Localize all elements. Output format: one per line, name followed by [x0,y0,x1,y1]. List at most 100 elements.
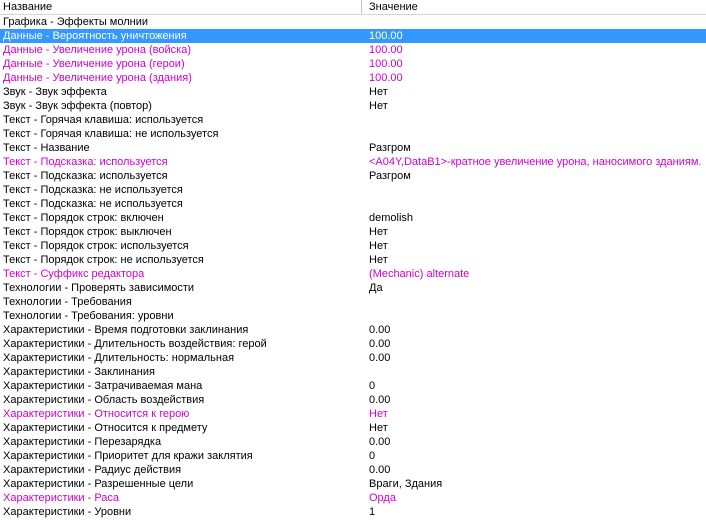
column-header-name[interactable]: Название [0,0,362,14]
property-value: Орда [369,492,396,504]
property-row[interactable]: Характеристики - Затрачиваемая мана 0 [0,379,706,393]
property-value: 0.00 [369,352,391,364]
property-row[interactable]: Характеристики - Длительность: нормальна… [0,351,706,365]
list-header: Название Значение [0,0,706,15]
property-row[interactable]: Данные - Увеличение урона (здания) 100.00 [0,71,706,85]
property-row[interactable]: Характеристики - Относится к предмету Нет [0,421,706,435]
property-row[interactable]: Характеристики - Заклинания [0,365,706,379]
property-value: Нет [369,226,388,238]
property-row[interactable]: Текст - Порядок строк: включен demolish [0,211,706,225]
property-name: Характеристики - Заклинания [3,366,155,378]
property-name: Характеристики - Область воздействия [3,394,205,406]
property-row[interactable]: Данные - Увеличение урона (войска) 100.00 [0,43,706,57]
property-row[interactable]: Текст - Подсказка: используется <A04Y,Dat… [0,155,706,169]
property-value: <A04Y,DataB1>-кратное увеличение урона, … [369,156,702,168]
property-row[interactable]: Характеристики - Область воздействия 0.00 [0,393,706,407]
property-row[interactable]: Характеристики - Разрешенные цели Враги, … [0,477,706,491]
property-value: 100.00 [369,58,403,70]
property-row[interactable]: Текст - Название Разгром [0,141,706,155]
property-value: 1 [369,506,376,518]
property-name: Текст - Порядок строк: используется [3,240,189,252]
property-name: Графика - Эффекты молнии [3,16,148,28]
property-row[interactable]: Текст - Порядок строк: выключен Нет [0,225,706,239]
property-name: Текст - Порядок строк: выключен [3,226,172,238]
property-name: Характеристики - Раса [3,492,120,504]
property-name: Характеристики - Длительность воздействи… [3,338,267,350]
property-value: Разгром [369,170,411,182]
property-name: Данные - Увеличение урона (войска) [3,44,192,56]
property-name: Текст - Порядок строк: включен [3,212,164,224]
property-row[interactable]: Графика - Эффекты молнии [0,15,706,29]
property-row[interactable]: Характеристики - Перезарядка 0.00 [0,435,706,449]
property-row[interactable]: Текст - Подсказка: используется Разгром [0,169,706,183]
property-row[interactable]: Характеристики - Длительность воздействи… [0,337,706,351]
property-name: Характеристики - Затрачиваемая мана [3,380,203,392]
property-value: 0.00 [369,464,391,476]
property-name: Технологии - Требования: уровни [3,310,174,322]
property-value: 0 [369,450,376,462]
property-row[interactable]: Текст - Горячая клавиша: используется [0,113,706,127]
property-name: Текст - Горячая клавиша: используется [3,114,204,126]
property-name: Характеристики - Относится к герою [3,408,190,420]
property-row[interactable]: Характеристики - Раса Орда [0,491,706,505]
property-value: Да [369,282,383,294]
property-row[interactable]: Характеристики - Относится к герою Нет [0,407,706,421]
property-row[interactable]: Звук - Звук эффекта Нет [0,85,706,99]
property-row[interactable]: Характеристики - Радиус действия 0.00 [0,463,706,477]
property-row[interactable]: Данные - Вероятность уничтожения 100.00 [0,29,706,43]
property-row[interactable]: Текст - Подсказка: не используется [0,183,706,197]
property-value: 0.00 [369,436,391,448]
property-name: Текст - Подсказка: не используется [3,184,183,196]
property-row[interactable]: Характеристики - Время подготовки заклин… [0,323,706,337]
property-value: 0.00 [369,324,391,336]
property-name: Данные - Увеличение урона (здания) [3,72,192,84]
property-name: Характеристики - Разрешенные цели [3,478,194,490]
property-value: Враги, Здания [369,478,443,490]
property-name: Звук - Звук эффекта [3,86,107,98]
property-value: 0 [369,380,376,392]
property-value: Нет [369,100,388,112]
property-row[interactable]: Данные - Увеличение урона (герои) 100.00 [0,57,706,71]
property-row[interactable]: Технологии - Требования: уровни [0,309,706,323]
property-name: Характеристики - Относится к предмету [3,422,208,434]
property-value: 0.00 [369,394,391,406]
property-name: Характеристики - Длительность: нормальна… [3,352,235,364]
property-value: Нет [369,240,388,252]
property-name: Текст - Суффикс редактора [3,268,145,280]
property-value: Нет [369,422,388,434]
property-row[interactable]: Технологии - Проверять зависимости Да [0,281,706,295]
property-value: Нет [369,408,388,420]
property-value: 0.00 [369,338,391,350]
property-name: Текст - Название [3,142,90,154]
property-name: Текст - Горячая клавиша: не используется [3,128,219,140]
property-value: Нет [369,254,388,266]
property-name: Технологии - Требования [3,296,132,308]
property-value: Нет [369,86,388,98]
property-row[interactable]: Текст - Суффикс редактора (Mechanic) alte… [0,267,706,281]
property-name: Текст - Порядок строк: не используется [3,254,204,266]
property-name: Текст - Подсказка: используется [3,156,168,168]
property-value: 100.00 [369,30,403,42]
property-name: Технологии - Проверять зависимости [3,282,195,294]
property-row[interactable]: Текст - Горячая клавиша: не используется [0,127,706,141]
property-row[interactable]: Звук - Звук эффекта (повтор) Нет [0,99,706,113]
property-value: demolish [369,212,414,224]
property-name: Характеристики - Перезарядка [3,436,162,448]
property-row[interactable]: Текст - Подсказка: не используется [0,197,706,211]
property-row[interactable]: Текст - Порядок строк: используется Нет [0,239,706,253]
property-row[interactable]: Характеристики - Приоритет для кражи зак… [0,449,706,463]
property-name: Звук - Звук эффекта (повтор) [3,100,152,112]
property-name: Характеристики - Уровни [3,506,132,518]
property-row[interactable]: Технологии - Требования [0,295,706,309]
property-value: 100.00 [369,44,403,56]
property-value: 100.00 [369,72,403,84]
property-value: (Mechanic) alternate [369,268,470,280]
property-name: Текст - Подсказка: используется [3,170,168,182]
property-row[interactable]: Текст - Порядок строк: не используется Не… [0,253,706,267]
property-row[interactable]: Характеристики - Уровни 1 [0,505,706,519]
property-name: Данные - Увеличение урона (герои) [3,58,185,70]
property-name: Характеристики - Радиус действия [3,464,182,476]
column-header-value[interactable]: Значение [363,0,706,14]
property-name: Текст - Подсказка: не используется [3,198,183,210]
property-name: Характеристики - Время подготовки заклин… [3,324,249,336]
